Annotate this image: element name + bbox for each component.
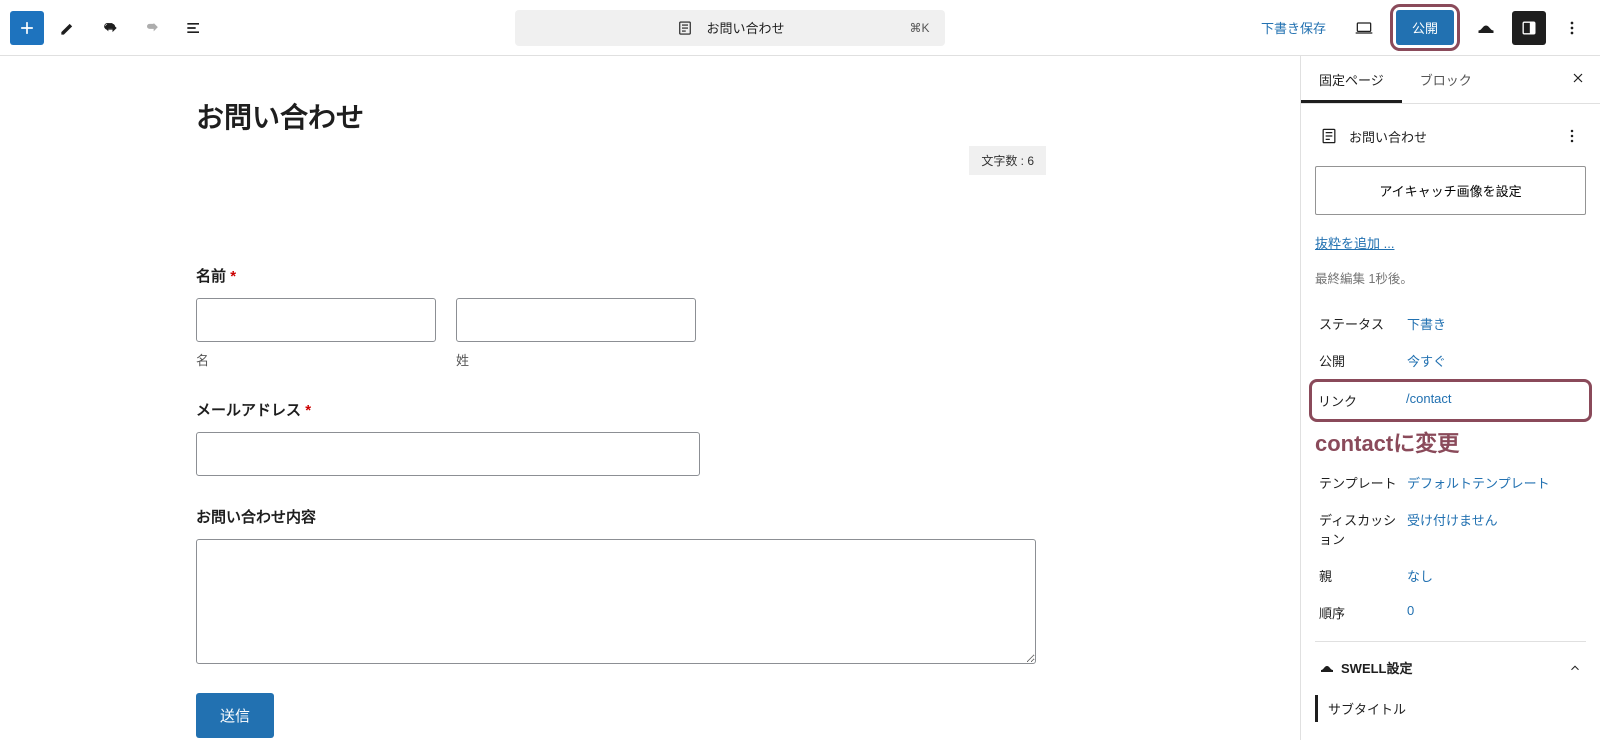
publish-value[interactable]: 今すぐ bbox=[1407, 351, 1446, 370]
page-title[interactable]: お問い合わせ bbox=[196, 96, 1036, 136]
order-value[interactable]: 0 bbox=[1407, 603, 1414, 622]
status-label: ステータス bbox=[1319, 314, 1407, 333]
undo-button[interactable] bbox=[92, 10, 128, 46]
main-area: お問い合わせ 文字数 : 6 名前 * 名 姓 bbox=[0, 56, 1600, 740]
publish-button[interactable]: 公開 bbox=[1396, 10, 1454, 45]
message-label: お問い合わせ内容 bbox=[196, 506, 1036, 527]
swell-subtitle-label: サブタイトル bbox=[1315, 695, 1586, 722]
first-name-input[interactable] bbox=[196, 298, 436, 342]
parent-label: 親 bbox=[1319, 566, 1407, 585]
template-row[interactable]: テンプレート デフォルトテンプレート bbox=[1315, 464, 1586, 501]
close-icon bbox=[1570, 70, 1586, 86]
pencil-icon bbox=[58, 18, 78, 38]
save-draft-button[interactable]: 下書き保存 bbox=[1249, 10, 1338, 45]
desktop-icon bbox=[1354, 18, 1374, 38]
status-value[interactable]: 下書き bbox=[1407, 314, 1446, 333]
swell-toggle-button[interactable] bbox=[1468, 10, 1504, 46]
page-icon bbox=[676, 19, 694, 37]
kbd-shortcut: ⌘K bbox=[909, 21, 929, 35]
redo-button[interactable] bbox=[134, 10, 170, 46]
last-edited-text: 最終編集 1秒後。 bbox=[1315, 268, 1586, 287]
add-excerpt-link[interactable]: 抜粋を追加 ... bbox=[1315, 233, 1394, 252]
link-value[interactable]: /contact bbox=[1406, 391, 1452, 410]
discussion-value[interactable]: 受け付けません bbox=[1407, 510, 1498, 548]
close-sidebar-button[interactable] bbox=[1564, 66, 1592, 94]
last-name-sublabel: 姓 bbox=[456, 350, 696, 369]
required-mark: * bbox=[305, 402, 311, 419]
publish-highlight-ring: 公開 bbox=[1390, 4, 1460, 51]
publish-row[interactable]: 公開 今すぐ bbox=[1315, 342, 1586, 379]
sidebar-icon bbox=[1519, 18, 1539, 38]
editor-canvas[interactable]: お問い合わせ 文字数 : 6 名前 * 名 姓 bbox=[0, 56, 1300, 740]
redo-icon bbox=[142, 18, 162, 38]
page-icon bbox=[1319, 126, 1339, 146]
contact-form: 名前 * 名 姓 メールアドレス * bbox=[196, 175, 1036, 738]
required-mark: * bbox=[230, 268, 236, 285]
link-highlight-ring: リンク /contact bbox=[1309, 379, 1592, 422]
kebab-icon bbox=[1562, 126, 1582, 146]
discussion-row[interactable]: ディスカッション 受け付けません bbox=[1315, 501, 1586, 557]
name-row: 名 姓 bbox=[196, 298, 1036, 369]
link-row[interactable]: リンク /contact bbox=[1318, 384, 1583, 417]
toolbar-right: 下書き保存 公開 bbox=[1249, 4, 1590, 51]
kebab-icon bbox=[1562, 18, 1582, 38]
tab-page[interactable]: 固定ページ bbox=[1301, 56, 1402, 103]
sidebar-tabs: 固定ページ ブロック bbox=[1301, 56, 1600, 104]
swell-panel-title: SWELL設定 bbox=[1341, 658, 1413, 677]
chevron-up-icon bbox=[1568, 661, 1582, 675]
toolbar-left bbox=[10, 10, 212, 46]
first-name-col: 名 bbox=[196, 298, 436, 369]
settings-sidebar-toggle[interactable] bbox=[1512, 11, 1546, 45]
settings-sidebar: 固定ページ ブロック お問い合わせ アイキャッチ画像を設定 抜粋を追加 ... … bbox=[1300, 56, 1600, 740]
swell-icon bbox=[1319, 660, 1335, 676]
discussion-label: ディスカッション bbox=[1319, 510, 1407, 548]
last-name-col: 姓 bbox=[456, 298, 696, 369]
link-label: リンク bbox=[1318, 391, 1406, 410]
swell-icon bbox=[1476, 18, 1496, 38]
sidebar-doc-head: お問い合わせ bbox=[1315, 118, 1586, 166]
status-row[interactable]: ステータス 下書き bbox=[1315, 305, 1586, 342]
order-label: 順序 bbox=[1319, 603, 1407, 622]
editor-inner: お問い合わせ 文字数 : 6 名前 * 名 姓 bbox=[196, 96, 1036, 738]
document-title-text: お問い合わせ bbox=[706, 18, 784, 37]
annotation-text: contactに変更 bbox=[1315, 426, 1586, 458]
top-toolbar: お問い合わせ ⌘K 下書き保存 公開 bbox=[0, 0, 1600, 56]
parent-value[interactable]: なし bbox=[1407, 566, 1433, 585]
first-name-sublabel: 名 bbox=[196, 350, 436, 369]
last-name-input[interactable] bbox=[456, 298, 696, 342]
sidebar-doc-title: お問い合わせ bbox=[1349, 127, 1548, 146]
document-title-pill[interactable]: お問い合わせ ⌘K bbox=[515, 10, 945, 46]
character-count-badge: 文字数 : 6 bbox=[969, 146, 1046, 175]
tab-block[interactable]: ブロック bbox=[1402, 56, 1490, 103]
email-label: メールアドレス * bbox=[196, 399, 1036, 420]
sidebar-body: お問い合わせ アイキャッチ画像を設定 抜粋を追加 ... 最終編集 1秒後。 ス… bbox=[1301, 104, 1600, 736]
template-label: テンプレート bbox=[1319, 473, 1407, 492]
parent-row[interactable]: 親 なし bbox=[1315, 557, 1586, 594]
name-label: 名前 * bbox=[196, 265, 1036, 286]
order-row[interactable]: 順序 0 bbox=[1315, 594, 1586, 631]
preview-button[interactable] bbox=[1346, 10, 1382, 46]
sidebar-doc-more-button[interactable] bbox=[1558, 122, 1586, 150]
toolbar-center: お問い合わせ ⌘K bbox=[212, 10, 1249, 46]
more-options-button[interactable] bbox=[1554, 10, 1590, 46]
swell-panel-header[interactable]: SWELL設定 bbox=[1315, 641, 1586, 687]
plus-icon bbox=[17, 18, 37, 38]
add-block-button[interactable] bbox=[10, 11, 44, 45]
list-icon bbox=[184, 18, 204, 38]
publish-label: 公開 bbox=[1319, 351, 1407, 370]
tools-button[interactable] bbox=[50, 10, 86, 46]
undo-icon bbox=[100, 18, 120, 38]
submit-button[interactable]: 送信 bbox=[196, 693, 274, 738]
message-textarea[interactable] bbox=[196, 539, 1036, 664]
set-featured-image-button[interactable]: アイキャッチ画像を設定 bbox=[1315, 166, 1586, 215]
template-value[interactable]: デフォルトテンプレート bbox=[1407, 473, 1550, 492]
email-input[interactable] bbox=[196, 432, 700, 476]
document-overview-button[interactable] bbox=[176, 10, 212, 46]
